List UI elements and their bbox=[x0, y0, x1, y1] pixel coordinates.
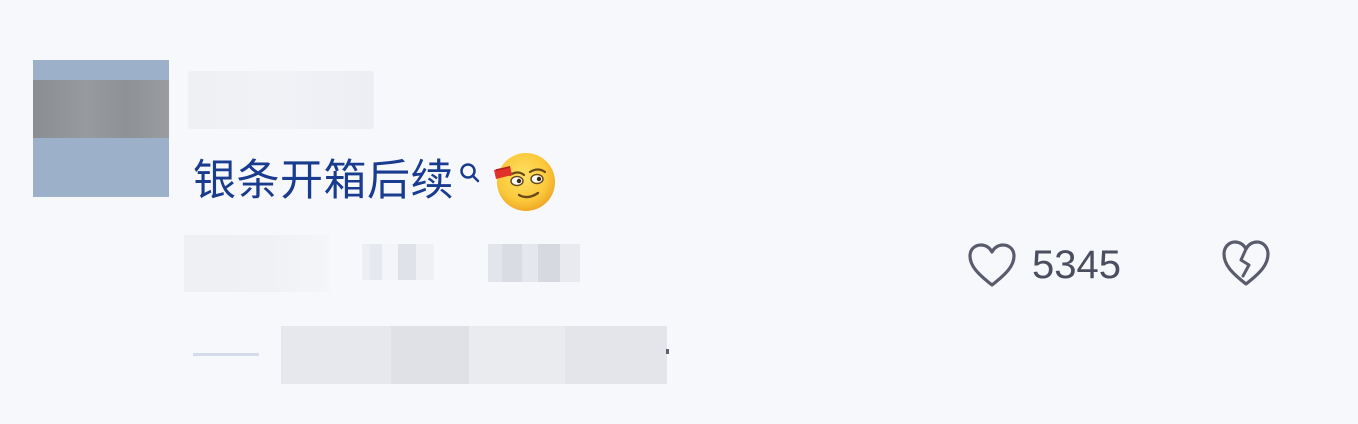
timestamp-blurred bbox=[184, 235, 330, 292]
reply-expand-marker bbox=[666, 349, 669, 354]
broken-heart-icon[interactable] bbox=[1219, 238, 1273, 288]
reply-preview-blurred[interactable] bbox=[281, 326, 667, 384]
like-control[interactable]: 5345 bbox=[966, 238, 1121, 292]
avatar[interactable] bbox=[33, 60, 169, 197]
wink-tongue-emoji-icon bbox=[494, 153, 555, 211]
search-icon[interactable] bbox=[456, 155, 486, 207]
comment-card: 银条开箱后续 5345 bbox=[0, 0, 1358, 424]
reply-thread-line bbox=[193, 353, 259, 356]
reply-button-blurred[interactable] bbox=[488, 244, 580, 282]
comment-body: 银条开箱后续 bbox=[193, 148, 558, 214]
comment-text: 银条开箱后续 bbox=[193, 155, 454, 206]
like-count: 5345 bbox=[1032, 243, 1121, 287]
location-blurred bbox=[362, 244, 434, 280]
avatar-image-blur bbox=[33, 80, 169, 138]
heart-outline-icon[interactable] bbox=[966, 241, 1018, 289]
username-blurred[interactable] bbox=[188, 71, 374, 129]
